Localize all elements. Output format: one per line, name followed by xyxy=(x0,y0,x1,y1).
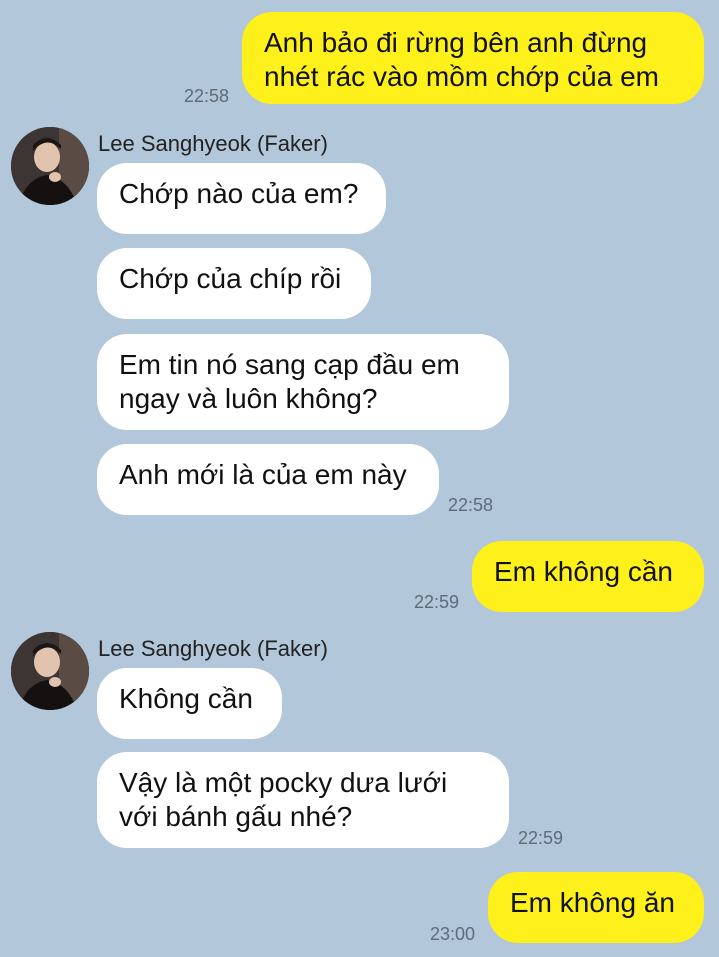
contact-avatar[interactable] xyxy=(11,127,89,205)
message-timestamp: 22:59 xyxy=(518,828,564,848)
message-timestamp: 22:58 xyxy=(448,495,494,515)
sender-name: Lee Sanghyeok (Faker) xyxy=(98,636,328,661)
contact-avatar[interactable] xyxy=(11,632,89,710)
sender-name: Lee Sanghyeok (Faker) xyxy=(98,131,328,156)
message-timestamp: 22:58 xyxy=(184,86,230,106)
message-bubble-outgoing[interactable]: Anh bảo đi rừng bên anh đừng nhét rác và… xyxy=(242,12,704,104)
message-bubble-incoming[interactable]: Em tin nó sang cạp đầu em ngay và luôn k… xyxy=(97,334,509,430)
chat-view: Anh bảo đi rừng bên anh đừng nhét rác và… xyxy=(0,0,719,957)
message-timestamp: 22:59 xyxy=(414,592,460,612)
message-bubble-incoming[interactable]: Chớp của chíp rồi xyxy=(97,248,371,319)
message-bubble-incoming[interactable]: Không cần xyxy=(97,668,282,739)
message-bubble-incoming[interactable]: Vậy là một pocky dưa lưới với bánh gấu n… xyxy=(97,752,509,848)
message-bubble-outgoing[interactable]: Em không cần xyxy=(472,541,704,612)
message-bubble-outgoing[interactable]: Em không ăn xyxy=(488,872,704,943)
message-bubble-incoming[interactable]: Anh mới là của em này xyxy=(97,444,439,515)
message-bubble-incoming[interactable]: Chớp nào của em? xyxy=(97,163,386,234)
message-timestamp: 23:00 xyxy=(430,924,476,944)
